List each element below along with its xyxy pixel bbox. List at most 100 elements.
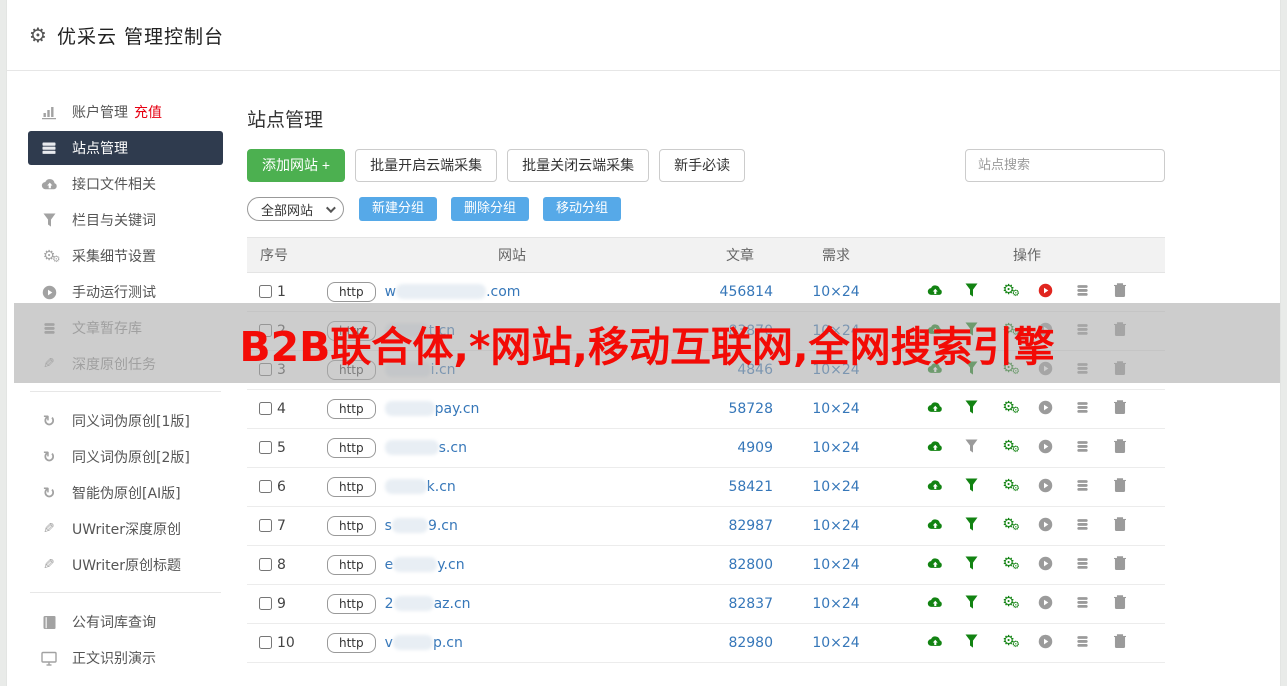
sidebar-item[interactable]: ↻ 智能伪原创[AI版] xyxy=(28,476,223,510)
filter-icon[interactable] xyxy=(964,594,980,610)
site-domain[interactable]: pay.cn xyxy=(384,401,479,417)
play-icon[interactable] xyxy=(1038,633,1054,649)
sidebar-item[interactable]: 站点管理 xyxy=(28,131,223,165)
recharge-link[interactable]: 充值 xyxy=(134,102,162,122)
site-search-input[interactable] xyxy=(965,149,1165,182)
cloud-upload-icon[interactable] xyxy=(927,633,943,649)
row-checkbox[interactable] xyxy=(259,363,272,376)
cloud-upload-icon[interactable] xyxy=(927,438,943,454)
gears-icon[interactable]: ⚙ ⚙ xyxy=(1001,360,1020,377)
filter-icon[interactable] xyxy=(964,321,980,337)
site-domain[interactable]: 2 az.cn xyxy=(385,596,471,612)
cloud-upload-icon[interactable] xyxy=(927,477,943,493)
gears-icon[interactable]: ⚙ ⚙ xyxy=(1001,399,1020,416)
sidebar-item[interactable]: ✎ UWriter原创标题 xyxy=(28,548,223,582)
site-domain[interactable]: t.cn xyxy=(384,323,455,339)
play-icon[interactable] xyxy=(1038,477,1054,493)
database-icon[interactable] xyxy=(1075,321,1091,337)
demand-value[interactable]: 10×24 xyxy=(783,506,889,546)
database-icon[interactable] xyxy=(1075,282,1091,298)
row-checkbox[interactable] xyxy=(259,597,272,610)
sidebar-item[interactable]: ↻ 同义词伪原创[2版] xyxy=(28,440,223,474)
row-checkbox[interactable] xyxy=(259,402,272,415)
sidebar-item[interactable]: 手动运行测试 xyxy=(28,275,223,309)
filter-icon[interactable] xyxy=(964,282,980,298)
article-count[interactable]: 82980 xyxy=(697,623,783,663)
sidebar-item[interactable]: ✎ UWriter深度原创 xyxy=(28,512,223,546)
article-count[interactable]: 58728 xyxy=(697,389,783,429)
http-button[interactable]: http xyxy=(327,282,376,302)
cloud-upload-icon[interactable] xyxy=(927,516,943,532)
sidebar-item[interactable]: 文章暂存库 xyxy=(28,311,223,345)
gears-icon[interactable]: ⚙ ⚙ xyxy=(1001,282,1020,299)
play-icon[interactable] xyxy=(1038,399,1054,415)
article-count[interactable]: 4909 xyxy=(697,428,783,468)
cloud-upload-icon[interactable] xyxy=(927,399,943,415)
site-domain[interactable]: s 9.cn xyxy=(385,518,458,534)
article-count[interactable]: 83870 xyxy=(697,311,783,351)
sidebar-item[interactable]: ↻ 同义词伪原创[1版] xyxy=(28,404,223,438)
trash-icon[interactable] xyxy=(1112,555,1128,571)
trash-icon[interactable] xyxy=(1112,321,1128,337)
database-icon[interactable] xyxy=(1075,360,1091,376)
sidebar-item[interactable]: 接口文件相关 xyxy=(28,167,223,201)
sidebar-item[interactable]: 账户管理 充值 xyxy=(28,95,223,129)
trash-icon[interactable] xyxy=(1112,594,1128,610)
delete-group-button[interactable]: 删除分组 xyxy=(451,197,530,221)
demand-value[interactable]: 10×24 xyxy=(783,428,889,468)
demand-value[interactable]: 10×24 xyxy=(783,467,889,507)
database-icon[interactable] xyxy=(1075,633,1091,649)
demand-value[interactable]: 10×24 xyxy=(783,272,889,312)
database-icon[interactable] xyxy=(1075,516,1091,532)
http-button[interactable]: http xyxy=(327,438,376,458)
cloud-upload-icon[interactable] xyxy=(927,555,943,571)
demand-value[interactable]: 10×24 xyxy=(783,623,889,663)
article-count[interactable]: 456814 xyxy=(697,272,783,312)
demand-value[interactable]: 10×24 xyxy=(783,350,889,390)
gears-icon[interactable]: ⚙ ⚙ xyxy=(1001,594,1020,611)
site-domain[interactable]: e y.cn xyxy=(385,557,465,573)
http-button[interactable]: http xyxy=(327,633,376,653)
batch-open-button[interactable]: 批量开启云端采集 xyxy=(355,149,498,182)
http-button[interactable]: http xyxy=(327,360,376,380)
filter-icon[interactable] xyxy=(964,516,980,532)
row-checkbox[interactable] xyxy=(259,324,272,337)
row-checkbox[interactable] xyxy=(259,441,272,454)
group-filter-select[interactable]: 全部网站 xyxy=(247,197,344,221)
sidebar-item[interactable]: 栏目与关键词 xyxy=(28,203,223,237)
play-icon[interactable] xyxy=(1038,516,1054,532)
row-checkbox[interactable] xyxy=(259,480,272,493)
filter-icon[interactable] xyxy=(964,555,980,571)
filter-icon[interactable] xyxy=(964,633,980,649)
http-button[interactable]: http xyxy=(327,516,376,536)
play-icon[interactable] xyxy=(1038,282,1054,298)
gears-icon[interactable]: ⚙ ⚙ xyxy=(1001,438,1020,455)
row-checkbox[interactable] xyxy=(259,285,272,298)
row-checkbox[interactable] xyxy=(259,558,272,571)
site-domain[interactable]: k.cn xyxy=(384,479,456,495)
row-checkbox[interactable] xyxy=(259,636,272,649)
trash-icon[interactable] xyxy=(1112,360,1128,376)
article-count[interactable]: 82800 xyxy=(697,545,783,585)
sidebar-item[interactable]: ⚙ ⚙ 采集细节设置 xyxy=(28,239,223,273)
article-count[interactable]: 82987 xyxy=(697,506,783,546)
gears-icon[interactable]: ⚙ ⚙ xyxy=(1001,633,1020,650)
sidebar-item[interactable]: 公有词库查询 xyxy=(28,605,223,639)
filter-icon[interactable] xyxy=(964,399,980,415)
cloud-upload-icon[interactable] xyxy=(927,594,943,610)
site-domain[interactable]: i.cn xyxy=(384,362,456,378)
trash-icon[interactable] xyxy=(1112,438,1128,454)
demand-value[interactable]: 10×24 xyxy=(783,584,889,624)
sidebar-item[interactable]: ✎ 深度原创任务 xyxy=(28,347,223,381)
cloud-upload-icon[interactable] xyxy=(927,321,943,337)
site-domain[interactable]: s.cn xyxy=(384,440,467,456)
database-icon[interactable] xyxy=(1075,477,1091,493)
trash-icon[interactable] xyxy=(1112,399,1128,415)
http-button[interactable]: http xyxy=(327,477,376,497)
gears-icon[interactable]: ⚙ ⚙ xyxy=(1001,477,1020,494)
gears-icon[interactable]: ⚙ ⚙ xyxy=(1001,516,1020,533)
database-icon[interactable] xyxy=(1075,399,1091,415)
trash-icon[interactable] xyxy=(1112,282,1128,298)
database-icon[interactable] xyxy=(1075,594,1091,610)
batch-close-button[interactable]: 批量关闭云端采集 xyxy=(507,149,650,182)
